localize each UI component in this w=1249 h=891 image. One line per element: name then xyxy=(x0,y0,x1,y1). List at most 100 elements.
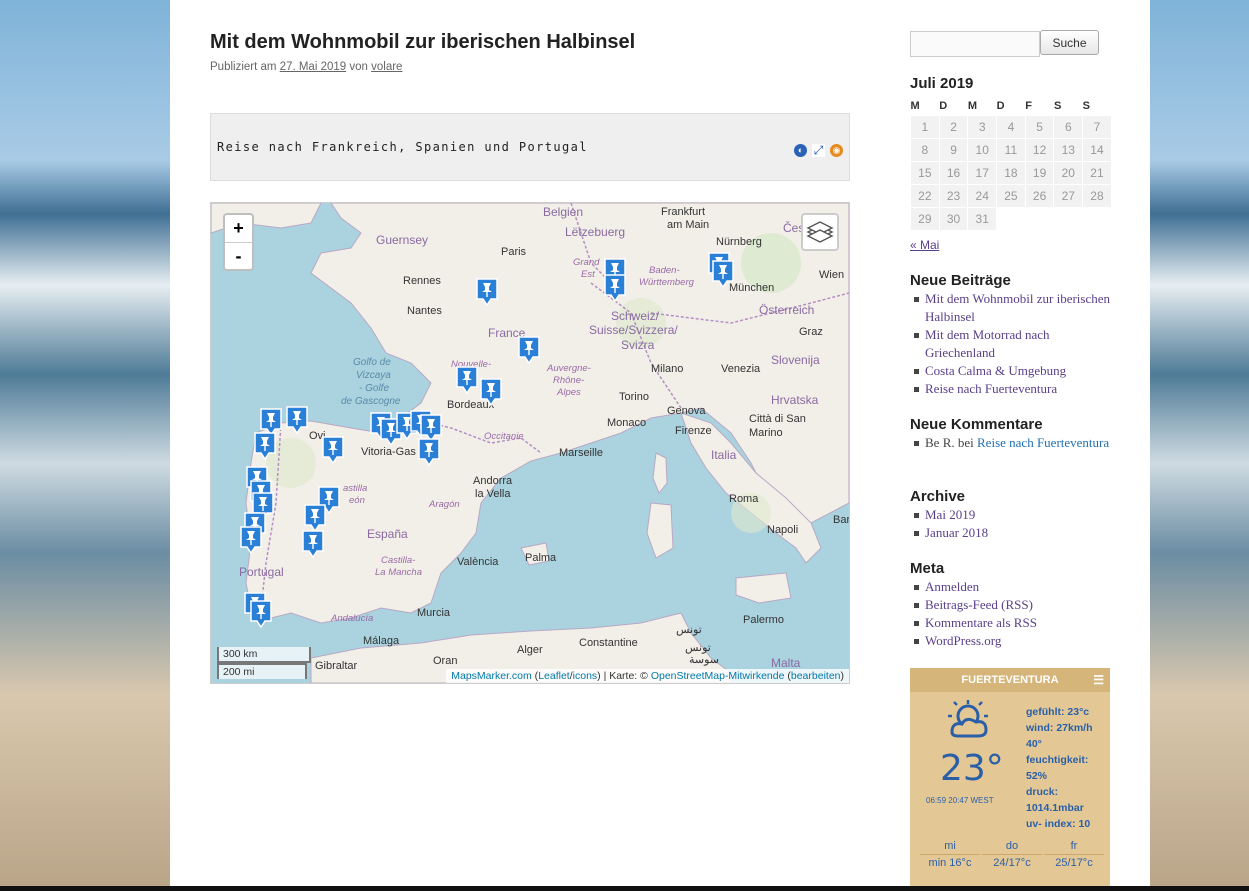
search-button[interactable]: Suche xyxy=(1040,30,1099,55)
calendar-empty xyxy=(996,207,1026,231)
forecast-day-name: mi xyxy=(920,840,980,855)
attrib-osm-link[interactable]: OpenStreetMap-Mitwirkende xyxy=(651,670,785,682)
attrib-leaflet-link[interactable]: Leaflet xyxy=(538,670,570,682)
map-label: Occitanie xyxy=(484,431,524,442)
archive-item[interactable]: Januar 2018 xyxy=(910,524,1110,542)
map-label: Palermo xyxy=(743,614,784,626)
archive-title: Archive xyxy=(910,488,966,505)
meta-prefix: Publiziert am xyxy=(210,61,277,73)
map-pin-icon[interactable] xyxy=(253,431,277,461)
map-pin-icon[interactable] xyxy=(239,525,263,555)
map-pin-icon[interactable] xyxy=(711,259,735,289)
calendar-day: 20 xyxy=(1053,161,1084,185)
map-label: Wien xyxy=(819,269,845,281)
recent-posts-list: Mit dem Wohnmobil zur iberischen Halbins… xyxy=(910,290,1110,398)
map-pin-icon[interactable] xyxy=(285,405,309,435)
menu-icon[interactable]: ☰ xyxy=(1093,668,1104,692)
map-pin-icon[interactable] xyxy=(417,437,441,467)
recent-post-item[interactable]: Costa Calma & Umgebung xyxy=(910,362,1110,380)
calendar-empty xyxy=(1082,207,1112,231)
weather-header: FUERTEVENTURA ☰ xyxy=(910,668,1110,692)
page-content: Mit dem Wohnmobil zur iberischen Halbins… xyxy=(170,0,1150,888)
post-title[interactable]: Mit dem Wohnmobil zur iberischen Halbins… xyxy=(210,31,635,54)
attrib-mapsmarker-link[interactable]: MapsMarker.com xyxy=(451,670,532,682)
calendar-caption: Juli 2019 xyxy=(910,75,974,92)
calendar-day: 9 xyxy=(938,138,969,162)
meta-title: Meta xyxy=(910,560,945,577)
calendar-day: 1 xyxy=(910,115,940,139)
map-label: Alger xyxy=(517,644,543,656)
search-input[interactable] xyxy=(910,31,1040,57)
map-label: Rhône- xyxy=(553,375,585,386)
calendar-day: 26 xyxy=(1024,184,1055,208)
calendar-day: 24 xyxy=(967,184,998,208)
calendar-day: 23 xyxy=(938,184,969,208)
map-label: Guernsey xyxy=(376,233,429,247)
layers-button[interactable] xyxy=(801,213,839,251)
fullscreen-icon[interactable]: ⤢ xyxy=(812,144,825,157)
calendar-weekday: S xyxy=(1053,99,1062,112)
forecast-day-name: fr xyxy=(1044,840,1104,855)
recent-post-item[interactable]: Mit dem Wohnmobil zur iberischen Halbins… xyxy=(910,290,1110,326)
post-date-link[interactable]: 27. Mai 2019 xyxy=(280,61,347,73)
recent-post-item[interactable]: Mit dem Motorrad nach Griechenland xyxy=(910,326,1110,362)
calendar-day: 29 xyxy=(910,207,940,231)
scale-bar: 300 km 200 mi xyxy=(217,647,311,679)
map-label: Napoli xyxy=(767,524,799,536)
map-pin-icon[interactable] xyxy=(301,529,325,559)
archive-list: Mai 2019 Januar 2018 xyxy=(910,506,1110,542)
map-header: Reise nach Frankreich, Spanien und Portu… xyxy=(210,113,850,181)
meta-item[interactable]: Anmelden xyxy=(910,578,1110,596)
map-label: Slovenija xyxy=(771,353,820,367)
map-label: Milano xyxy=(651,363,684,375)
map-pin-icon[interactable] xyxy=(475,277,499,307)
map-label: Città di San xyxy=(749,413,806,425)
attrib-icons-link[interactable]: icons xyxy=(573,670,598,682)
map-label: Málaga xyxy=(363,635,400,647)
meta-item[interactable]: Kommentare als RSS xyxy=(910,614,1110,632)
forecast-day: do 24/17°c xyxy=(982,840,1042,869)
zoom-in-button[interactable]: + xyxy=(225,215,252,243)
background-sea-left xyxy=(0,0,170,891)
weather-felt: gefühlt: 23°c xyxy=(1026,706,1090,718)
zoom-out-button[interactable]: - xyxy=(225,243,252,269)
calendar-prev-link[interactable]: « Mai xyxy=(910,238,939,252)
kml-icon[interactable]: ◐ xyxy=(794,144,807,157)
attrib-edit-link[interactable]: bearbeiten xyxy=(791,670,841,682)
recent-comments-title: Neue Kommentare xyxy=(910,416,1043,433)
comment-author: Be R. xyxy=(925,435,955,450)
map-label: Portugal xyxy=(239,565,284,579)
post-author-link[interactable]: volare xyxy=(371,61,402,73)
map-pin-icon[interactable] xyxy=(455,365,479,395)
map-pin-icon[interactable] xyxy=(603,273,627,303)
meta-item[interactable]: Beitrags-Feed (RSS) xyxy=(910,596,1110,614)
weather-uv: uv- index: 10 xyxy=(1026,818,1091,830)
weather-temp: 23° xyxy=(940,748,1004,789)
recent-post-item[interactable]: Reise nach Fuerteventura xyxy=(910,380,1110,398)
comment-post-link[interactable]: Reise nach Fuerteventura xyxy=(977,435,1109,450)
comment-on: bei xyxy=(957,435,974,450)
calendar-day: 18 xyxy=(996,161,1026,185)
rss-icon[interactable]: ◉ xyxy=(830,144,843,157)
weather-widget: FUERTEVENTURA ☰ 23° 06:59 20:47 WEST gef… xyxy=(910,668,1110,888)
archive-item[interactable]: Mai 2019 xyxy=(910,506,1110,524)
forecast-day: mi min 16°c xyxy=(920,840,980,869)
map-label: de Gascogne xyxy=(341,396,401,407)
map-label: Venezia xyxy=(721,363,761,375)
meta-item[interactable]: WordPress.org xyxy=(910,632,1110,650)
calendar-day: 19 xyxy=(1024,161,1055,185)
calendar-day: 14 xyxy=(1082,138,1112,162)
calendar-day: 17 xyxy=(967,161,998,185)
calendar-day: 16 xyxy=(938,161,969,185)
calendar-weekday: D xyxy=(996,99,1005,112)
map-label: Rennes xyxy=(403,275,441,287)
map-pin-icon[interactable] xyxy=(479,377,503,407)
map-pin-icon[interactable] xyxy=(249,599,273,629)
map-pin-icon[interactable] xyxy=(517,335,541,365)
map-label: am Main xyxy=(667,219,710,231)
map-pin-icon[interactable] xyxy=(321,435,345,465)
calendar-day: 5 xyxy=(1024,115,1055,139)
calendar-day: 11 xyxy=(996,138,1026,162)
map-label: Castilla- xyxy=(381,555,416,566)
map[interactable]: Belgien Frankfurt am Main Guernsey Paris… xyxy=(210,202,850,684)
